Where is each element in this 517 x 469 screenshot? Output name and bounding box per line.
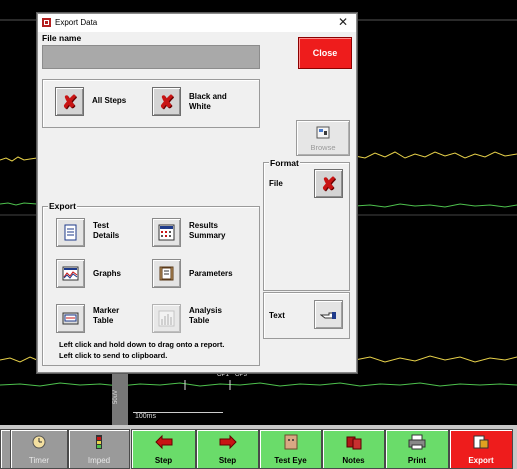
export-label: Export xyxy=(468,456,494,465)
dialog-title: Export Data xyxy=(55,18,98,27)
export-hint: Left click and hold down to drag onto a … xyxy=(59,339,289,361)
time-scale-ruler: 100ms xyxy=(133,412,223,426)
notes-icon xyxy=(346,436,361,450)
book-icon xyxy=(159,266,174,281)
print-button[interactable]: Print xyxy=(385,429,449,469)
x-icon: ✘ xyxy=(158,91,175,112)
analysis-table-button[interactable] xyxy=(152,304,181,333)
notes-button[interactable]: Notes xyxy=(322,429,385,469)
hint-line-2: Left click to send to clipboard. xyxy=(59,351,168,360)
close-button[interactable]: Close xyxy=(298,37,352,69)
marker-table-label: Marker Table xyxy=(93,306,120,325)
clock-icon xyxy=(32,435,46,449)
pointing-hand-icon xyxy=(320,312,336,319)
marker-table-icon xyxy=(62,312,79,325)
file-format-toggle[interactable]: ✘ xyxy=(314,169,343,198)
parameters-button[interactable] xyxy=(152,259,181,288)
face-icon xyxy=(284,434,297,450)
format-label: Format xyxy=(269,158,300,168)
file-name-input[interactable] xyxy=(42,45,260,69)
app-icon xyxy=(42,18,51,27)
x-icon: ✘ xyxy=(61,91,78,112)
marker-table-button[interactable] xyxy=(56,304,85,333)
all-steps-toggle[interactable]: ✘ xyxy=(55,87,84,116)
browse-label: Browse xyxy=(310,143,336,152)
x-icon: ✘ xyxy=(320,173,337,194)
test-details-button[interactable] xyxy=(56,218,85,247)
text-format-label: Text xyxy=(269,311,285,320)
volt-scale-label: 50uV xyxy=(113,389,119,404)
test-eye-label: Test Eye xyxy=(274,456,307,465)
arrow-right-icon xyxy=(219,434,237,450)
table-icon xyxy=(158,224,175,241)
step-back-label: Step xyxy=(154,456,173,465)
time-scale-label: 100ms xyxy=(135,413,157,420)
results-summary-label: Results Summary xyxy=(189,221,226,240)
file-name-label: File name xyxy=(42,33,82,43)
step-back-button[interactable]: Step xyxy=(131,429,196,469)
print-label: Print xyxy=(407,456,427,465)
step-forward-button[interactable]: Step xyxy=(196,429,259,469)
analysis-table-label: Analysis Table xyxy=(189,306,222,325)
graphs-label: Graphs xyxy=(93,269,122,278)
printer-icon xyxy=(408,434,426,450)
document-icon xyxy=(64,224,77,241)
test-details-label: Test Details xyxy=(93,221,120,240)
test-eye-button[interactable]: Test Eye xyxy=(259,429,322,469)
export-button[interactable]: Export xyxy=(449,429,513,469)
all-steps-label: All Steps xyxy=(92,96,127,105)
timer-label: Timer xyxy=(28,456,50,465)
imped-label: Imped xyxy=(87,456,111,465)
black-white-label: Black and White xyxy=(189,92,227,111)
bottom-toolbar: Timer Imped Step Step Test Eye Notes Pri… xyxy=(0,425,517,469)
text-format-button[interactable] xyxy=(314,300,343,329)
graphs-button[interactable] xyxy=(56,259,85,288)
close-icon[interactable]: ✕ xyxy=(338,15,348,29)
timer-button[interactable]: Timer xyxy=(10,429,68,469)
dialog-titlebar[interactable]: Export Data ✕ xyxy=(38,14,356,32)
notes-label: Notes xyxy=(342,456,365,465)
black-white-toggle[interactable]: ✘ xyxy=(152,87,181,116)
export-icon xyxy=(473,435,489,449)
hint-line-1: Left click and hold down to drag onto a … xyxy=(59,340,225,349)
results-summary-button[interactable] xyxy=(152,218,181,247)
graph-icon xyxy=(62,266,79,281)
analysis-chart-icon xyxy=(158,310,175,327)
file-format-label: File xyxy=(269,179,283,188)
impedance-icon xyxy=(96,435,102,449)
imped-button[interactable]: Imped xyxy=(68,429,130,469)
folder-icon xyxy=(316,126,330,139)
parameters-label: Parameters xyxy=(189,269,233,278)
arrow-left-icon xyxy=(154,434,172,450)
browse-button: Browse xyxy=(296,120,350,156)
export-label: Export xyxy=(48,201,77,211)
step-forward-label: Step xyxy=(218,456,237,465)
